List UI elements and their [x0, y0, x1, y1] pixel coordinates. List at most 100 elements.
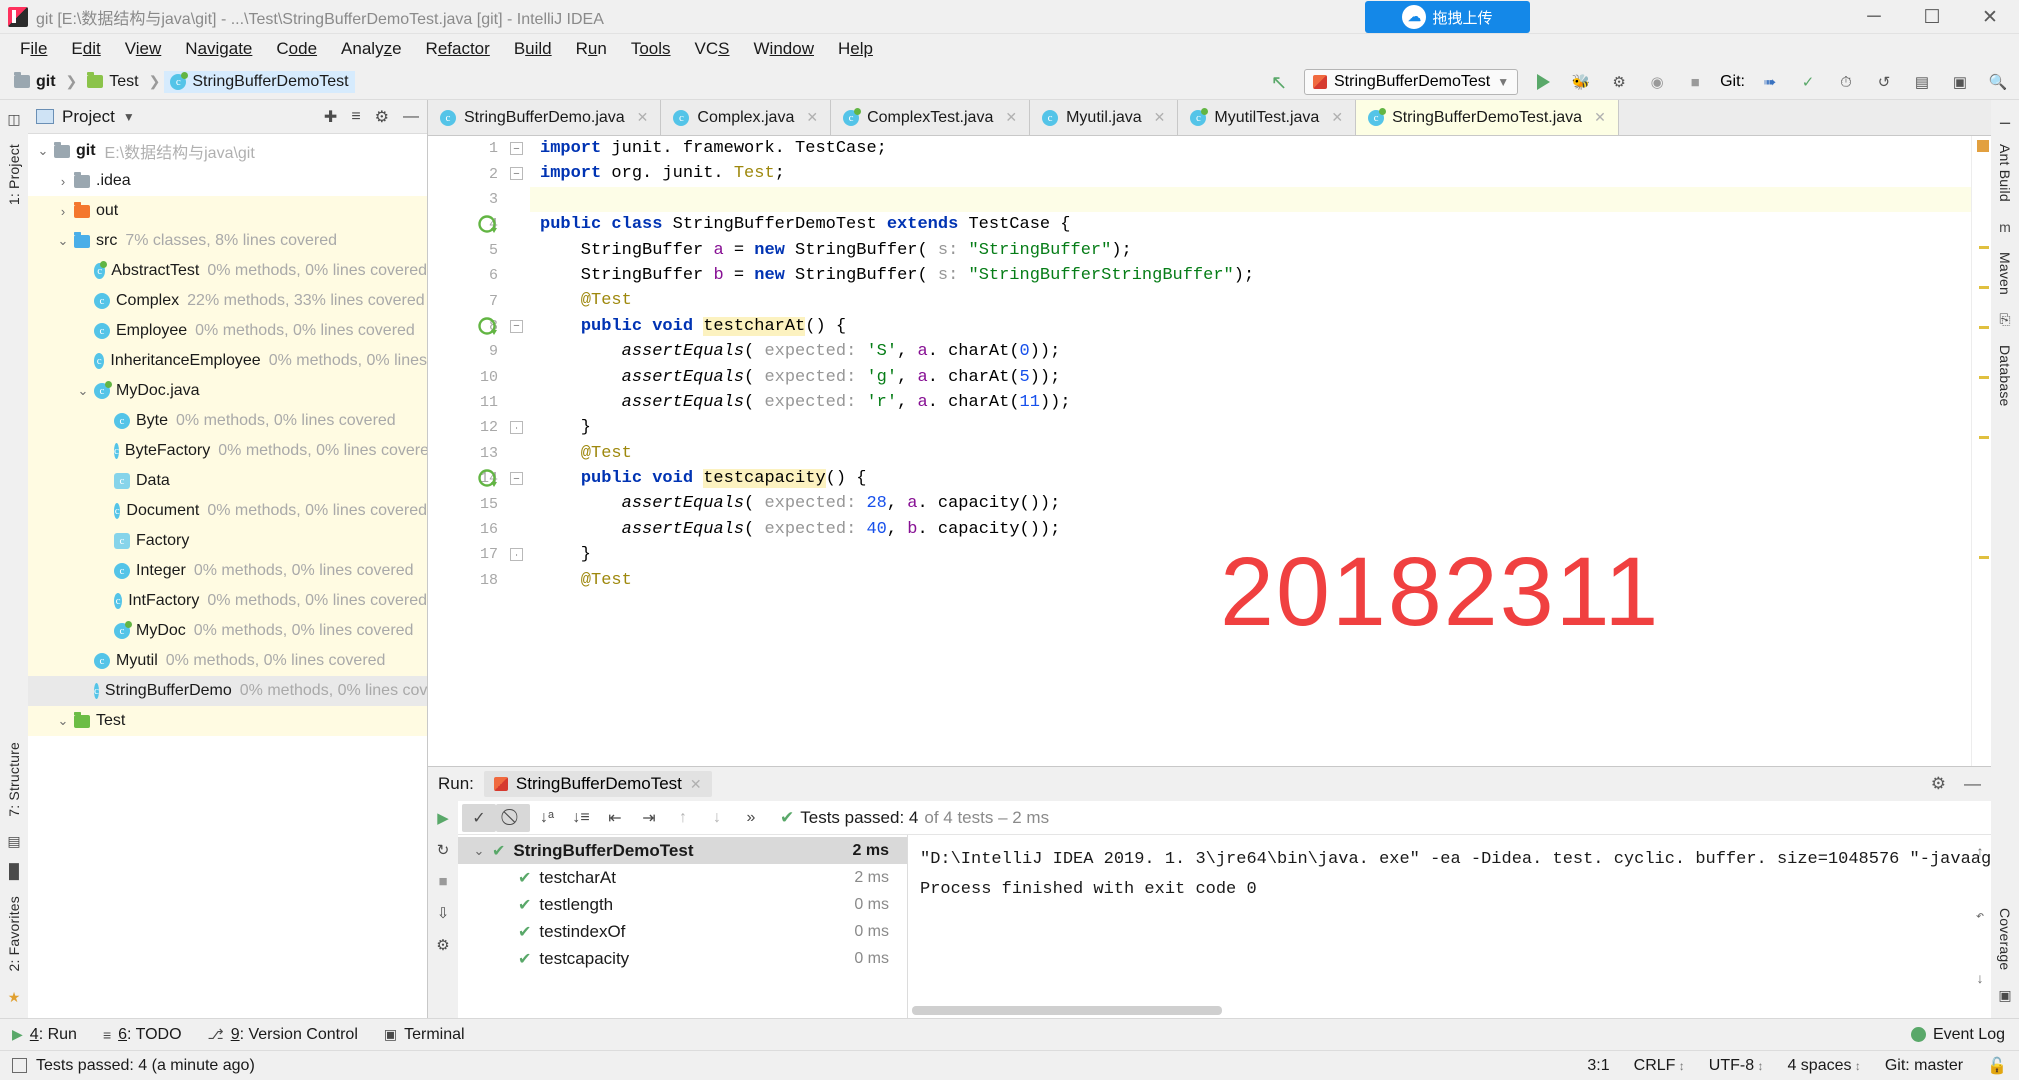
tree-row[interactable]: ⌄ Test — [28, 706, 427, 736]
test-tree-row[interactable]: ✔ testcapacity 0 ms — [458, 945, 907, 972]
menu-item-window[interactable]: Window — [742, 37, 826, 61]
gear-icon[interactable]: ⚙ — [1931, 774, 1946, 794]
editor-tab[interactable]: c StringBufferDemoTest.java ✕ — [1356, 100, 1619, 135]
ant-icon[interactable]: ⚊ — [1994, 108, 2016, 130]
test-results-tree[interactable]: ⌄ ✔ StringBufferDemoTest 2 ms ✔ testcharAt 2 m… — [458, 835, 908, 1018]
editor-marker-scrollbar[interactable] — [1971, 136, 1991, 766]
close-icon[interactable]: ✕ — [1594, 109, 1606, 126]
tree-row[interactable]: c Myutil 0% methods, 0% lines covered — [28, 646, 427, 676]
settings-icon[interactable]: ▤ — [1909, 69, 1935, 95]
code-line[interactable] — [530, 186, 1971, 213]
tree-row[interactable]: c Document 0% methods, 0% lines covered — [28, 496, 427, 526]
more-options-button[interactable]: » — [734, 804, 768, 832]
menu-item-code[interactable]: Code — [264, 37, 329, 61]
menu-item-navigate[interactable]: Navigate — [173, 37, 264, 61]
run-test-gutter-icon[interactable] — [478, 317, 498, 337]
code-line[interactable]: assertEquals( expected: 'S', a. charAt(0… — [530, 339, 1971, 364]
stop-icon[interactable]: ■ — [438, 873, 447, 890]
next-test-button[interactable]: ↓ — [700, 804, 734, 832]
fold-gutter[interactable]: − − − ∙ − ∙ — [506, 136, 530, 766]
soft-wrap-icon[interactable]: ↶ — [1976, 908, 1984, 925]
revert-icon[interactable]: ↺ — [1871, 69, 1897, 95]
tree-row[interactable]: c AbstractTest 0% methods, 0% lines covere… — [28, 256, 427, 286]
debug-button[interactable]: 🐝 — [1568, 69, 1594, 95]
project-tool-icon[interactable]: ◫ — [3, 108, 25, 130]
menu-item-build[interactable]: Build — [502, 37, 564, 61]
code-fold-toggle[interactable]: − — [510, 142, 523, 155]
maximize-button[interactable]: ☐ — [1903, 0, 1961, 34]
tree-row[interactable]: c ByteFactory 0% methods, 0% lines covered — [28, 436, 427, 466]
expand-all-button[interactable]: ⇤ — [598, 804, 632, 832]
export-icon[interactable]: ⇩ — [437, 904, 450, 922]
test-tree-row[interactable]: ✔ testlength 0 ms — [458, 891, 907, 918]
search-icon[interactable]: 🔍 — [1985, 69, 2011, 95]
history-icon[interactable]: ⏱ — [1833, 69, 1859, 95]
test-tree-row[interactable]: ⌄ ✔ StringBufferDemoTest 2 ms — [458, 837, 907, 864]
menu-item-analyze[interactable]: Analyze — [329, 37, 414, 61]
code-line[interactable]: assertEquals( expected: 28, a. capacity(… — [530, 491, 1971, 516]
code-fold-toggle[interactable]: − — [510, 167, 523, 181]
tree-row[interactable]: c Data — [28, 466, 427, 496]
back-arrow-icon[interactable]: ↖ — [1266, 69, 1292, 95]
editor-tab[interactable]: c MyutilTest.java ✕ — [1178, 100, 1357, 135]
console-horizontal-scrollbar[interactable] — [912, 1006, 1222, 1015]
rail-item-favorites[interactable]: 2: Favorites — [6, 886, 22, 982]
minimize-button[interactable]: ─ — [1845, 0, 1903, 34]
tree-expand-arrow-icon[interactable]: ⌄ — [72, 383, 94, 399]
run-test-gutter-icon[interactable] — [478, 469, 498, 489]
tree-row[interactable]: ⌄ c MyDoc.java — [28, 376, 427, 406]
code-line[interactable]: StringBuffer a = new StringBuffer( s: "S… — [530, 238, 1971, 263]
rail-item-coverage[interactable]: Coverage — [1997, 898, 2013, 980]
tree-row[interactable]: c Employee 0% methods, 0% lines covered — [28, 316, 427, 346]
inspection-status-icon[interactable] — [1977, 140, 1989, 152]
tree-expand-arrow-icon[interactable]: ⌄ — [52, 713, 74, 729]
git-branch[interactable]: Git: master — [1885, 1057, 1963, 1075]
project-tree[interactable]: ⌄ git E:\数据结构与java\git › .idea › out ⌄ src 7% cla… — [28, 134, 427, 1018]
tree-row[interactable]: c Factory — [28, 526, 427, 556]
build-icon[interactable]: █ — [3, 860, 25, 882]
tool-window-button-terminal[interactable]: ▣ Terminal — [384, 1026, 465, 1044]
tree-expand-arrow-icon[interactable]: ⌄ — [32, 143, 54, 159]
print-icon[interactable]: ⚙ — [436, 936, 449, 954]
event-log-button[interactable]: Event Log — [1910, 1026, 2005, 1044]
code-content[interactable]: 20182311 import junit. framework. TestCa… — [530, 136, 1971, 766]
tree-expand-arrow-icon[interactable]: ⌄ — [52, 233, 74, 249]
menu-item-refactor[interactable]: Refactor — [414, 37, 502, 61]
run-button[interactable] — [1530, 69, 1556, 95]
code-line[interactable]: assertEquals( expected: 'r', a. charAt(1… — [530, 390, 1971, 415]
menu-item-file[interactable]: File — [8, 37, 59, 61]
tree-row[interactable]: c Byte 0% methods, 0% lines covered — [28, 406, 427, 436]
code-fold-toggle[interactable]: − — [510, 319, 523, 333]
tree-row[interactable]: c StringBufferDemo 0% methods, 0% lines co… — [28, 676, 427, 706]
editor-tab[interactable]: c ComplexTest.java ✕ — [831, 100, 1031, 135]
close-icon[interactable]: ✕ — [1005, 109, 1017, 126]
tree-row[interactable]: c Complex 22% methods, 33% lines covered — [28, 286, 427, 316]
breadcrumb-test[interactable]: Test — [81, 71, 144, 93]
code-line[interactable]: public void testcharAt() { — [530, 314, 1971, 339]
test-tree-row[interactable]: ✔ testindexOf 0 ms — [458, 918, 907, 945]
favorites-star-icon[interactable]: ★ — [3, 986, 25, 1008]
rail-item-maven[interactable]: Maven — [1997, 242, 2013, 305]
code-line[interactable]: assertEquals( expected: 'g', a. charAt(5… — [530, 365, 1971, 390]
rail-item-structure[interactable]: 7: Structure — [6, 732, 22, 827]
tool-window-button-todo[interactable]: ≡ 6: TODO — [103, 1026, 182, 1044]
breadcrumb-class[interactable]: c StringBufferDemoTest — [164, 70, 355, 93]
editor-tab[interactable]: c Complex.java ✕ — [661, 100, 832, 135]
scroll-up-icon[interactable]: ↑ — [1976, 845, 1984, 861]
tree-row[interactable]: ⌄ src 7% classes, 8% lines covered — [28, 226, 427, 256]
run-coverage-button[interactable]: ⚙ — [1606, 69, 1632, 95]
tree-expand-arrow-icon[interactable]: › — [52, 174, 74, 189]
collapse-all-icon[interactable]: ≡ — [351, 108, 360, 126]
tree-row[interactable]: c MyDoc 0% methods, 0% lines covered — [28, 616, 427, 646]
close-button[interactable]: ✕ — [1961, 0, 2019, 34]
tree-row[interactable]: c InheritanceEmployee 0% methods, 0% lines — [28, 346, 427, 376]
editor-tab[interactable]: c StringBufferDemo.java ✕ — [428, 100, 662, 135]
file-encoding[interactable]: UTF-8 — [1709, 1057, 1764, 1075]
close-icon[interactable]: ✕ — [690, 776, 702, 793]
sort-alphabetically-button[interactable]: ↓ᵃ — [530, 804, 564, 832]
code-line[interactable]: import junit. framework. TestCase; — [530, 136, 1971, 161]
tree-row[interactable]: c Integer 0% methods, 0% lines covered — [28, 556, 427, 586]
indent-setting[interactable]: 4 spaces — [1787, 1057, 1860, 1075]
run-test-gutter-icon[interactable] — [478, 215, 498, 235]
hide-icon[interactable]: — — [1964, 774, 1981, 794]
